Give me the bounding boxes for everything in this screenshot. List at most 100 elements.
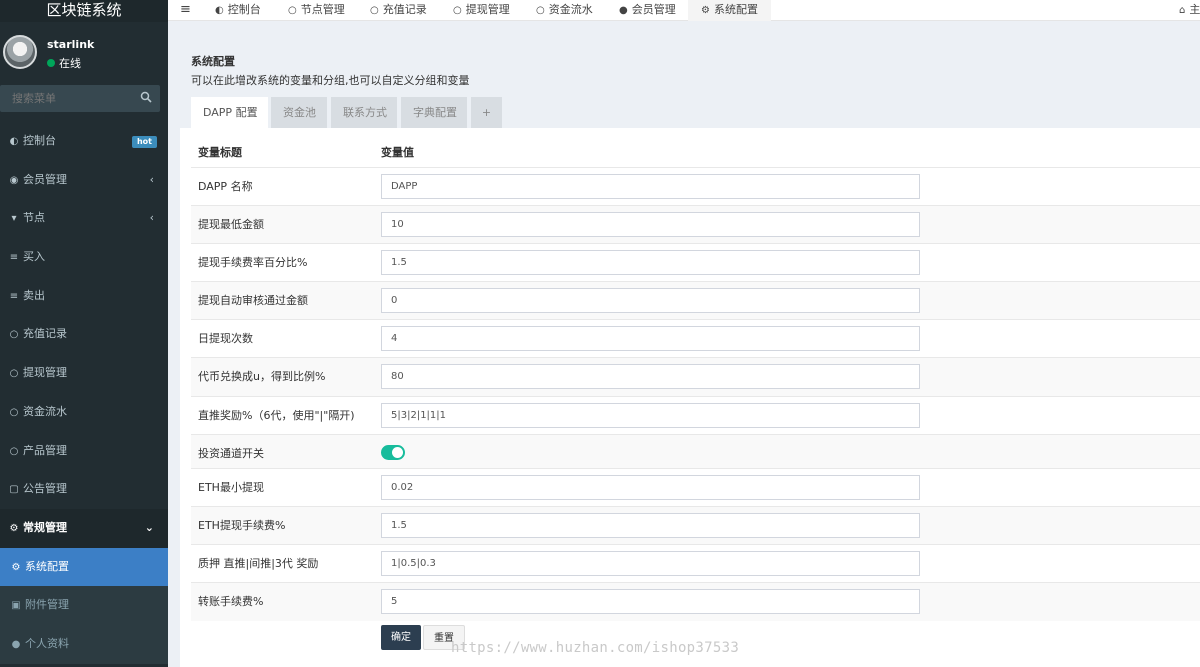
circle-icon: ○ [536,5,545,16]
table-row: 日提现次数 [191,319,1200,358]
search-icon[interactable] [140,91,152,103]
table-row: 代币兑换成u，得到比例% [191,357,1200,397]
auto-approve-amount-field[interactable] [381,288,920,314]
online-dot-icon [47,59,55,67]
row-label: 提现自动审核通过金额 [191,281,381,320]
topnav-tab-system-config[interactable]: ⚙ 系统配置 [688,0,771,21]
table-header-row: 变量标题 变量值 [191,138,1200,167]
row-value-cell [381,582,1200,622]
sidebar-item-label: 系统配置 [25,559,69,573]
row-label: 代币兑换成u，得到比例% [191,357,381,397]
sidebar-item-general[interactable]: ⚙ 常规管理 ⌄ [0,508,168,548]
eth-withdraw-fee-field[interactable] [381,513,920,538]
sidebar-item-label: 会员管理 [23,172,67,186]
circle-icon: ○ [370,5,379,16]
token-exchange-ratio-field[interactable] [381,364,920,390]
column-header-title: 变量标题 [198,146,242,160]
topnav-tab-members[interactable]: ● 会员管理 [619,0,676,21]
table-row: ETH提现手续费% [191,505,1200,545]
tab-dapp-config[interactable]: DAPP 配置 [191,97,268,128]
sidebar-item-nodes[interactable]: ▾ 节点 ‹ [0,199,168,238]
staking-reward-field[interactable] [381,551,920,577]
row-label: ETH最小提现 [191,467,381,507]
topnav-tab-recharge[interactable]: ○ 充值记录 [370,0,427,21]
search-input[interactable] [0,85,130,112]
topnav-tab-nodes[interactable]: ○ 节点管理 [288,0,345,21]
gear-icon: ⚙ [701,5,710,16]
submit-button[interactable]: 确定 [381,625,421,650]
chevron-left-icon: ‹ [149,172,154,186]
row-value-cell [381,505,1200,545]
page-subtitle: 可以在此增改系统的变量和分组,也可以自定义分组和变量 [191,74,470,87]
topnav-tab-flow[interactable]: ○ 资金流水 [536,0,593,21]
sidebar-item-products[interactable]: ○ 产品管理 [0,432,168,471]
circle-icon: ○ [9,406,19,418]
row-value-cell [381,544,1200,583]
cogs-icon: ⚙ [9,522,19,534]
table-row: 质押 直推|间推|3代 奖励 [191,544,1200,583]
row-value-cell [381,319,1200,358]
row-label: 转账手续费% [191,582,381,622]
row-label: DAPP 名称 [191,166,381,206]
eth-min-withdraw-field[interactable] [381,474,920,500]
circle-icon: ○ [9,368,19,380]
sidebar-item-recharge[interactable]: ○ 充值记录 [0,315,168,354]
sidebar-item-label: 控制台 [23,134,56,147]
table-row: ETH最小提现 [191,467,1200,507]
hamburger-icon[interactable]: ≡ [180,2,191,17]
invest-channel-toggle[interactable] [381,444,405,460]
chevron-down-icon: ⌄ [144,520,154,534]
topnav-home[interactable]: ⌂ 主 [1179,0,1200,21]
tab-contact[interactable]: 联系方式 [331,97,397,128]
withdraw-fee-field[interactable] [381,249,920,275]
circle-icon: ○ [9,445,19,457]
image-icon: ▣ [11,600,21,612]
sidebar-item-system-config[interactable]: ⚙ 系统配置 [0,547,168,587]
topnav-tab-withdraw[interactable]: ○ 提现管理 [453,0,510,21]
topnav-tab-label: 系统配置 [713,3,758,16]
topnav-tab-label: 充值记录 [382,3,427,16]
row-value-cell [381,395,1200,435]
row-value-cell [381,281,1200,320]
table-row: DAPP 名称 [191,166,1200,206]
row-label: 直推奖励%（6代，使用"|"隔开) [191,395,381,435]
sidebar-item-dashboard[interactable]: ◐ 控制台 hot [0,122,168,161]
min-withdraw-field[interactable] [381,211,920,237]
sidebar-item-attachments[interactable]: ▣ 附件管理 [0,586,168,625]
dapp-name-field[interactable] [381,173,920,199]
row-label: 质押 直推|间推|3代 奖励 [191,544,381,583]
sidebar-item-label: 卖出 [23,288,45,302]
user-panel: starlink 在线 [0,22,168,80]
row-value-cell [381,166,1200,206]
sidebar-item-buy[interactable]: ≡ 买入 [0,238,168,277]
user-circle-icon: ◉ [9,174,19,186]
circle-icon: ○ [288,5,297,16]
trash-icon: ▾ [11,213,17,225]
sidebar-item-label: 个人资料 [25,636,69,650]
column-header-value: 变量值 [381,146,414,160]
sidebar-item-sell[interactable]: ≡ 卖出 [0,277,168,316]
page-title: 系统配置 [191,55,235,68]
user-icon: ● [619,5,628,16]
tab-fund-pool[interactable]: 资金池 [271,97,327,128]
sidebar-item-notices[interactable]: ▢ 公告管理 [0,470,168,509]
tab-dictionary[interactable]: 字典配置 [401,97,467,128]
direct-reward-field[interactable] [381,402,920,428]
brand-logo[interactable]: 区块链系统 [0,0,168,22]
file-icon: ▢ [9,484,19,496]
home-icon: ⌂ [1179,5,1186,16]
table-row: 提现手续费率百分比% [191,242,1200,282]
sidebar-item-withdraw[interactable]: ○ 提现管理 [0,354,168,393]
row-label: 投资通道开关 [191,433,381,469]
config-table: 变量标题 变量值 DAPP 名称 提现最低金额 提现手续费率百分比% 提现自动审… [191,138,1200,622]
sidebar-item-flow[interactable]: ○ 资金流水 [0,393,168,432]
daily-withdraw-count-field[interactable] [381,326,920,352]
tab-add-button[interactable]: + [471,97,502,128]
sidebar-item-profile[interactable]: ● 个人资料 [0,624,168,664]
topnav-tab-dashboard[interactable]: ◐ 控制台 [215,0,261,21]
transfer-fee-field[interactable] [381,589,920,615]
list-icon: ≡ [9,252,19,264]
gear-icon: ⚙ [11,561,21,573]
topnav-tab-label: 提现管理 [465,3,510,16]
sidebar-item-members[interactable]: ◉ 会员管理 ‹ [0,161,168,200]
